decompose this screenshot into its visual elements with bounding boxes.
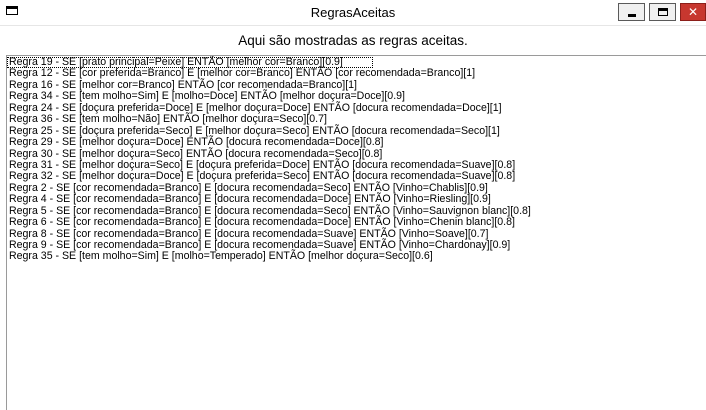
minimize-icon: [628, 14, 636, 17]
rules-window: RegrasAceitas ✕ Aqui são mostradas as re…: [0, 0, 706, 410]
rule-item[interactable]: Regra 35 - SE [tem molho=Sim] E [molho=T…: [7, 250, 706, 262]
title-bar[interactable]: RegrasAceitas ✕: [0, 0, 706, 26]
accepted-rules-list[interactable]: Regra 19 - SE [prato principal=Peixe] EN…: [6, 55, 706, 410]
maximize-icon: [658, 8, 668, 16]
rule-item[interactable]: Regra 36 - SE [tem molho=Não] ENTÃO [mel…: [7, 113, 706, 125]
rule-item[interactable]: Regra 4 - SE [cor recomendada=Branco] E …: [7, 193, 706, 205]
close-button[interactable]: ✕: [680, 3, 706, 21]
minimize-button[interactable]: [618, 3, 645, 21]
rule-item[interactable]: Regra 29 - SE [melhor doçura=Doce] ENTÃO…: [7, 136, 706, 148]
rule-item[interactable]: Regra 6 - SE [cor recomendada=Branco] E …: [7, 216, 706, 228]
maximize-button[interactable]: [649, 3, 676, 21]
header-label: Aqui são mostradas as regras aceitas.: [238, 33, 468, 48]
close-icon: ✕: [687, 5, 699, 19]
window-title: RegrasAceitas: [310, 5, 396, 20]
